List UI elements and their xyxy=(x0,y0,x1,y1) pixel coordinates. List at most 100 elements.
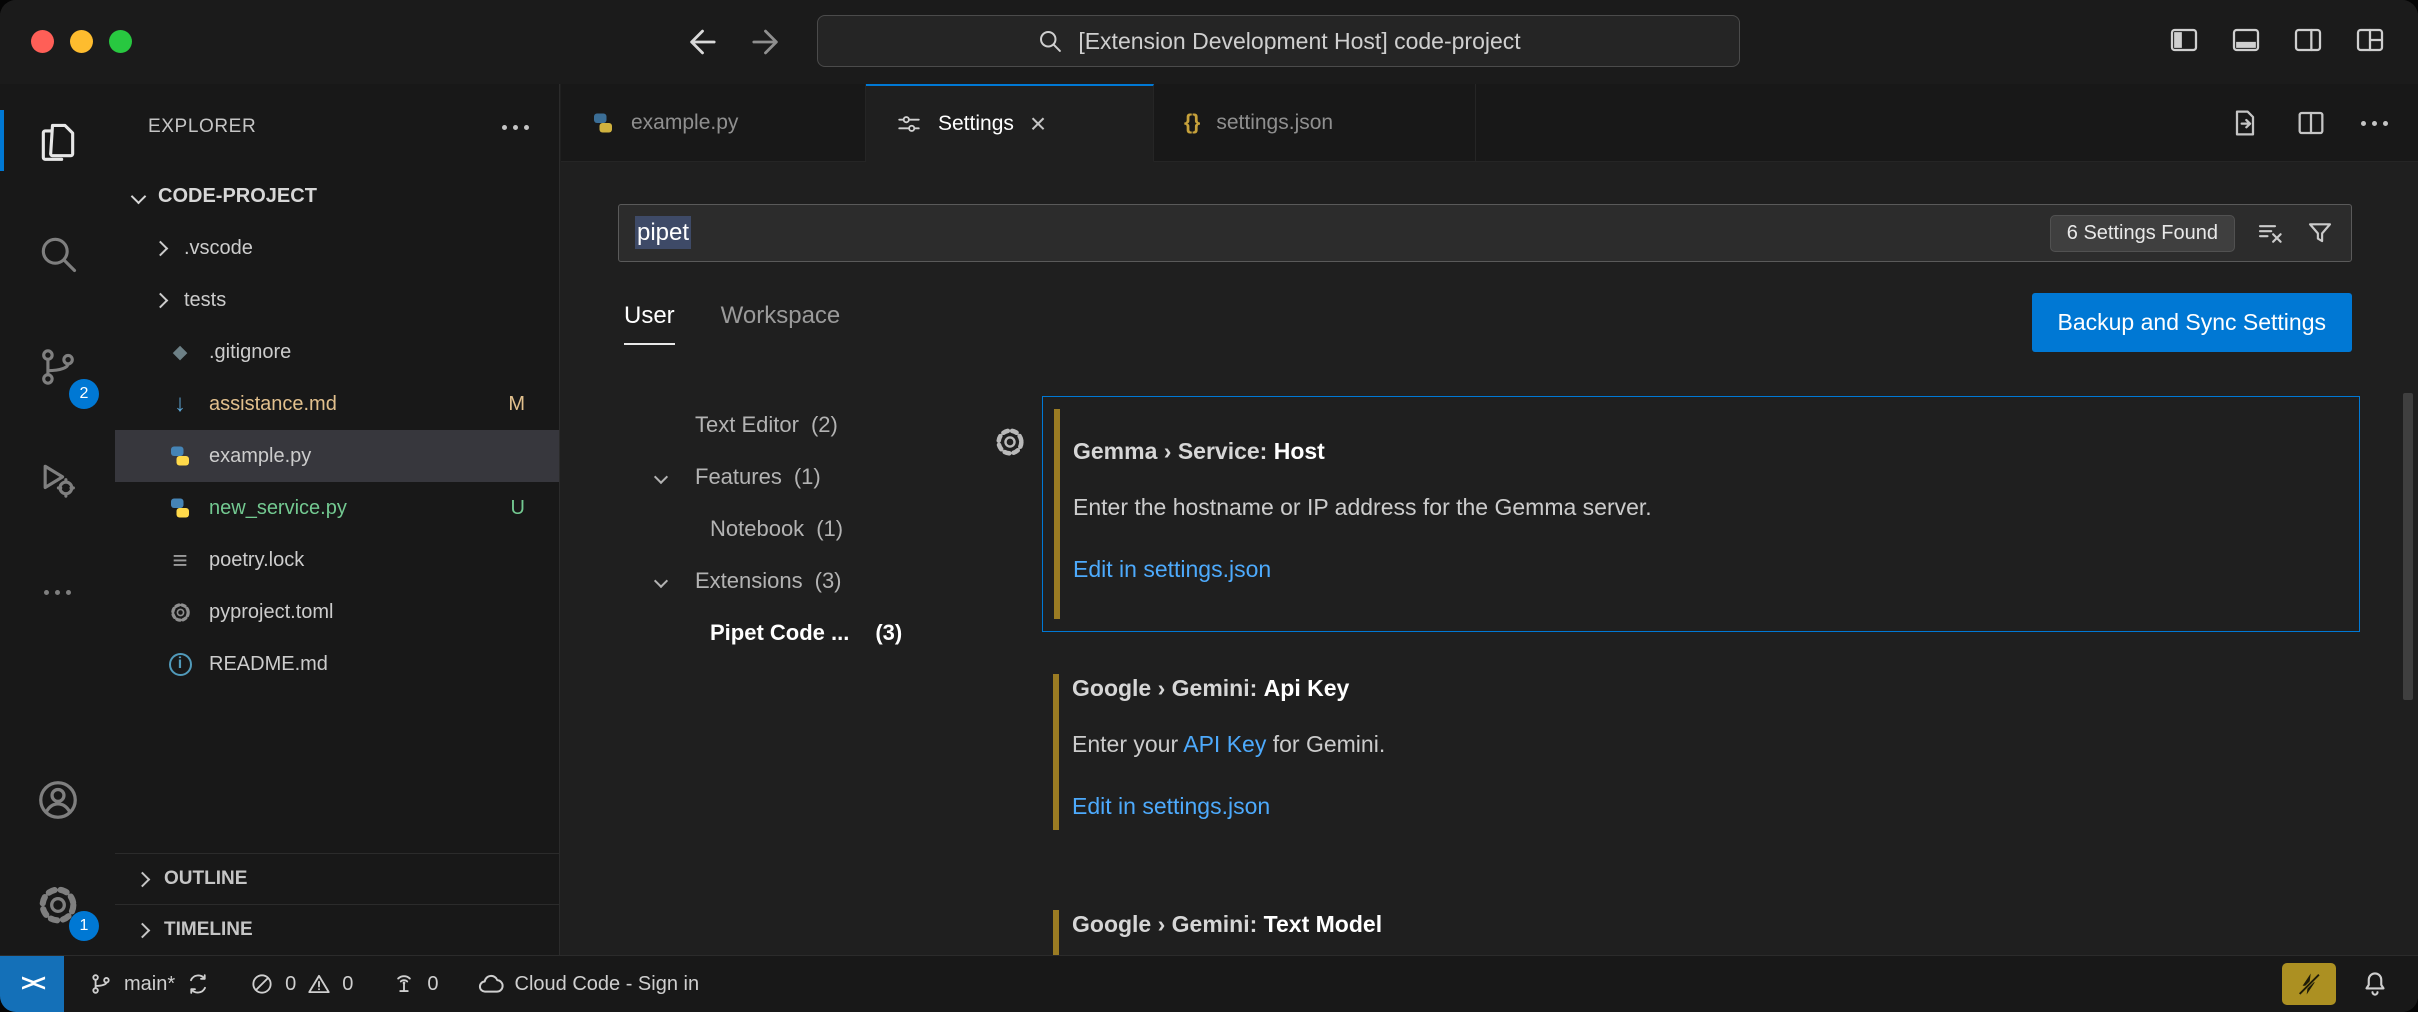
settings-list: Gemma › Service: Host Enter the hostname… xyxy=(1042,396,2360,955)
tree-item-example-py[interactable]: example.py xyxy=(115,430,559,482)
explorer-root-folder[interactable]: CODE-PROJECT xyxy=(115,170,559,222)
tree-item-pyproject-toml[interactable]: pyproject.toml xyxy=(115,586,559,638)
tab-settings-json[interactable]: settings.json xyxy=(1154,84,1476,161)
toc-notebook[interactable]: Notebook (1) xyxy=(610,503,1040,555)
close-window-button[interactable] xyxy=(31,30,54,53)
activity-bar: 2 1 xyxy=(0,84,115,955)
backup-sync-button[interactable]: Backup and Sync Settings xyxy=(2032,293,2353,352)
toggle-primary-sidebar-icon[interactable] xyxy=(2166,24,2202,56)
settings-search-input[interactable]: pipet 6 Settings Found xyxy=(618,204,2352,262)
remote-indicator[interactable] xyxy=(0,956,64,1012)
branch-status-item[interactable]: main* xyxy=(88,971,211,997)
python-file-icon xyxy=(167,495,193,521)
toc-pipet-code[interactable]: Pipet Code ... (3) xyxy=(610,607,1040,659)
untracked-badge: U xyxy=(511,497,525,520)
python-file-icon xyxy=(591,111,615,135)
editor-more-actions-icon[interactable] xyxy=(2361,121,2388,126)
info-file-icon xyxy=(169,653,192,676)
toc-features[interactable]: Features (1) xyxy=(610,451,1040,503)
remote-icon xyxy=(21,970,43,998)
lock-file-icon xyxy=(167,547,193,573)
toggle-secondary-sidebar-icon[interactable] xyxy=(2290,24,2326,56)
editor-group: example.py Settings settings.json xyxy=(561,84,2418,955)
command-center-search[interactable]: [Extension Development Host] code-projec… xyxy=(817,15,1740,67)
crossed-bolt-icon xyxy=(2295,970,2323,998)
open-settings-json-icon[interactable] xyxy=(2229,107,2261,139)
title-bar: [Extension Development Host] code-projec… xyxy=(0,0,2418,84)
activity-settings[interactable]: 1 xyxy=(0,855,115,955)
setting-row-gear-icon[interactable] xyxy=(993,425,1027,459)
status-bar: main* 0 0 0 xyxy=(0,955,2418,1012)
chevron-down-icon xyxy=(131,188,147,204)
markdown-file-icon xyxy=(167,391,193,417)
api-key-link[interactable]: API Key xyxy=(1183,731,1266,757)
chevron-right-icon xyxy=(135,922,151,938)
tab-example-py[interactable]: example.py xyxy=(561,84,866,161)
notifications-bell-icon[interactable] xyxy=(2360,969,2390,999)
activity-run-debug[interactable] xyxy=(0,423,115,536)
warning-icon xyxy=(306,971,332,997)
setting-google-gemini-api-key[interactable]: Google › Gemini: Api Key Enter your API … xyxy=(1042,662,2360,842)
chevron-right-icon xyxy=(153,240,169,256)
radio-tower-icon xyxy=(391,971,417,997)
zoom-window-button[interactable] xyxy=(109,30,132,53)
filter-icon[interactable] xyxy=(2305,218,2335,248)
tree-item-tests[interactable]: tests xyxy=(115,274,559,326)
close-tab-icon[interactable] xyxy=(1030,108,1046,140)
setting-gemma-service-host[interactable]: Gemma › Service: Host Enter the hostname… xyxy=(1042,396,2360,632)
problems-status-item[interactable]: 0 0 xyxy=(249,971,353,997)
activity-accounts[interactable] xyxy=(0,745,115,855)
scrollbar[interactable] xyxy=(2403,393,2413,700)
outline-section[interactable]: OUTLINE xyxy=(115,853,559,904)
setting-google-gemini-text-model[interactable]: Google › Gemini: Text Model xyxy=(1042,898,2360,955)
chevron-down-icon xyxy=(654,470,668,484)
settings-found-badge: 6 Settings Found xyxy=(2050,215,2235,252)
activity-source-control[interactable]: 2 xyxy=(0,310,115,423)
tree-item-gitignore[interactable]: .gitignore xyxy=(115,326,559,378)
vscode-window: [Extension Development Host] code-projec… xyxy=(0,0,2418,1012)
tree-item-vscode[interactable]: .vscode xyxy=(115,222,559,274)
screencast-indicator[interactable] xyxy=(2282,963,2336,1005)
tree-item-new-service-py[interactable]: new_service.py U xyxy=(115,482,559,534)
account-icon xyxy=(35,777,81,823)
more-icon xyxy=(44,590,71,595)
activity-explorer[interactable] xyxy=(0,84,115,197)
toc-extensions[interactable]: Extensions (3) xyxy=(610,555,1040,607)
toggle-panel-icon[interactable] xyxy=(2228,24,2264,56)
scope-tab-workspace[interactable]: Workspace xyxy=(721,302,841,345)
run-debug-icon xyxy=(36,458,80,502)
clear-filters-icon[interactable] xyxy=(2255,218,2285,248)
tree-item-assistance-md[interactable]: assistance.md M xyxy=(115,378,559,430)
customize-layout-icon[interactable] xyxy=(2352,24,2388,56)
traffic-lights xyxy=(31,30,132,53)
tab-settings[interactable]: Settings xyxy=(866,84,1154,162)
gear-file-icon xyxy=(167,599,193,625)
git-file-icon xyxy=(167,339,193,365)
toc-text-editor[interactable]: Text Editor (2) xyxy=(610,399,1040,451)
explorer-more-actions-icon[interactable] xyxy=(502,125,529,130)
explorer-title: EXPLORER xyxy=(148,116,256,138)
git-branch-icon xyxy=(88,971,114,997)
activity-search[interactable] xyxy=(0,197,115,310)
edit-in-settings-json-link[interactable]: Edit in settings.json xyxy=(1072,790,2330,822)
modified-badge: M xyxy=(508,393,525,416)
forward-icon[interactable] xyxy=(748,22,788,62)
chevron-right-icon xyxy=(153,292,169,308)
scope-tab-user[interactable]: User xyxy=(624,302,675,345)
timeline-section[interactable]: TIMELINE xyxy=(115,904,559,955)
settings-toc: Text Editor (2) Features (1) Notebook (1… xyxy=(610,399,1040,659)
tree-item-readme-md[interactable]: README.md xyxy=(115,638,559,690)
ports-status-item[interactable]: 0 xyxy=(391,971,438,997)
search-icon xyxy=(1036,27,1064,55)
settings-sliders-icon xyxy=(896,111,922,137)
chevron-down-icon xyxy=(654,574,668,588)
minimize-window-button[interactable] xyxy=(70,30,93,53)
tree-item-poetry-lock[interactable]: poetry.lock xyxy=(115,534,559,586)
activity-more[interactable] xyxy=(0,536,115,649)
edit-in-settings-json-link[interactable]: Edit in settings.json xyxy=(1073,553,2329,585)
json-braces-icon xyxy=(1184,111,1200,135)
split-editor-icon[interactable] xyxy=(2295,107,2327,139)
cloud-code-status-item[interactable]: Cloud Code - Sign in xyxy=(477,970,700,998)
search-query-text: pipet xyxy=(635,216,691,249)
back-icon[interactable] xyxy=(680,22,720,62)
